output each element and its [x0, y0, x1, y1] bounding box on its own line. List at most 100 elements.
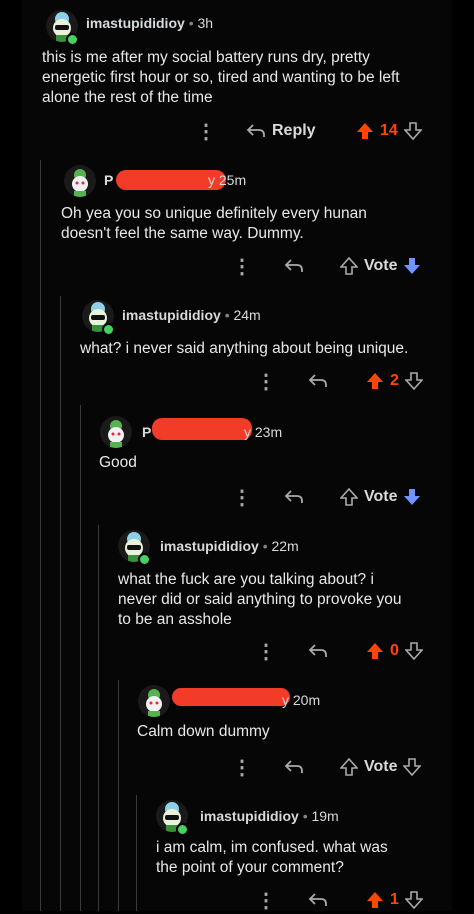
- upvote-arrow-icon[interactable]: [366, 642, 384, 660]
- downvote-arrow-icon[interactable]: [404, 642, 423, 660]
- comment-body: i am calm, im confused. what was the poi…: [156, 838, 446, 878]
- comment-actions: ⋮ Vote: [22, 483, 452, 511]
- username[interactable]: P: [142, 424, 151, 440]
- downvote-arrow-icon[interactable]: [403, 488, 421, 506]
- comment-meta: y 23m: [244, 424, 282, 440]
- comment-text-line: the point of your comment?: [156, 859, 344, 876]
- thread-line[interactable]: [98, 525, 99, 911]
- reply-button[interactable]: [284, 252, 304, 280]
- online-indicator: [66, 33, 79, 46]
- upvote-arrow-icon[interactable]: [340, 257, 358, 275]
- comment-age: 24m: [233, 307, 261, 323]
- vote-score: 0: [390, 642, 399, 659]
- avatar[interactable]: [138, 685, 170, 717]
- comment-meta: y 25m: [208, 172, 246, 188]
- reply-label: Reply: [272, 122, 316, 139]
- vote-controls: Vote: [340, 252, 421, 280]
- separator-dot: •: [262, 538, 268, 554]
- overflow-menu-icon[interactable]: ⋮: [232, 483, 252, 511]
- avatar[interactable]: [64, 165, 96, 197]
- comment-actions: ⋮ 2: [22, 367, 452, 395]
- comment-actions: ⋮ Reply 14: [22, 117, 452, 145]
- username-tail: y: [244, 424, 251, 440]
- upvote-arrow-icon[interactable]: [366, 891, 384, 909]
- comment-age: 19m: [311, 808, 339, 824]
- downvote-arrow-icon[interactable]: [403, 758, 422, 776]
- redaction-mark: [172, 688, 290, 706]
- comment-meta: imastupididioy • 24m: [122, 307, 261, 323]
- reply-button[interactable]: [308, 637, 328, 665]
- username[interactable]: imastupididioy: [86, 15, 185, 31]
- comment-actions: ⋮ Vote: [22, 753, 452, 781]
- username-tail: y: [208, 172, 215, 188]
- username[interactable]: imastupididioy: [122, 307, 221, 323]
- comment-actions: ⋮ 0: [22, 637, 452, 665]
- overflow-menu-icon[interactable]: ⋮: [232, 252, 252, 280]
- reply-arrow-icon: [308, 644, 327, 657]
- upvote-arrow-icon[interactable]: [340, 488, 358, 506]
- reply-button[interactable]: [308, 886, 328, 914]
- comment-actions: ⋮ 1: [22, 886, 452, 914]
- comment-meta: imastupididioy • 19m: [200, 808, 339, 824]
- vote-controls: 0: [366, 637, 423, 665]
- comment-text-line: doesn't feel the same way. Dummy.: [61, 225, 304, 242]
- comment-age: 25m: [218, 172, 247, 188]
- reply-button[interactable]: [284, 753, 304, 781]
- reply-arrow-icon: [284, 490, 303, 503]
- vote-label: Vote: [364, 758, 398, 775]
- vote-score: 14: [380, 122, 398, 139]
- redaction-mark: [152, 418, 252, 440]
- downvote-arrow-icon[interactable]: [404, 372, 423, 390]
- vote-score: 1: [390, 891, 399, 908]
- overflow-menu-icon[interactable]: ⋮: [196, 117, 216, 145]
- username[interactable]: imastupididioy: [200, 808, 299, 824]
- reply-button[interactable]: Reply: [246, 117, 316, 145]
- separator-dot: •: [188, 15, 194, 31]
- username[interactable]: P: [104, 172, 113, 188]
- comment-body: Good: [99, 453, 439, 473]
- downvote-arrow-icon[interactable]: [403, 122, 422, 140]
- comment-text-line: i am calm, im confused. what was: [156, 839, 388, 856]
- comment-text-line: what? i never said anything about being …: [80, 340, 409, 357]
- upvote-arrow-icon[interactable]: [340, 758, 358, 776]
- downvote-arrow-icon[interactable]: [403, 257, 421, 275]
- overflow-menu-icon[interactable]: ⋮: [256, 367, 276, 395]
- comment-meta: y 20m: [282, 692, 320, 708]
- vote-controls: Vote: [340, 753, 422, 781]
- avatar[interactable]: [100, 416, 132, 448]
- comment-text-line: this is me after my social battery runs …: [42, 49, 370, 66]
- comment-text-line: alone the rest of the time: [42, 89, 213, 106]
- comment-text-line: Oh yea you so unique definitely every hu…: [61, 205, 367, 222]
- comment-actions: ⋮ Vote: [22, 252, 452, 280]
- reply-button[interactable]: [284, 483, 304, 511]
- online-indicator: [176, 823, 189, 836]
- vote-score: 2: [390, 372, 399, 389]
- overflow-menu-icon[interactable]: ⋮: [232, 753, 252, 781]
- username[interactable]: imastupididioy: [160, 538, 259, 554]
- thread-line[interactable]: [118, 680, 119, 911]
- downvote-arrow-icon[interactable]: [404, 891, 423, 909]
- vote-label: Vote: [364, 488, 398, 505]
- upvote-arrow-icon[interactable]: [356, 122, 374, 140]
- comment-meta: imastupididioy • 3h: [86, 15, 213, 31]
- comment-text-line: never did or said anything to provoke yo…: [118, 591, 402, 608]
- comment-age: 3h: [197, 15, 214, 31]
- reply-arrow-icon: [284, 259, 303, 272]
- separator-dot: •: [302, 808, 308, 824]
- online-indicator: [138, 553, 151, 566]
- overflow-menu-icon[interactable]: ⋮: [256, 637, 276, 665]
- reply-arrow-icon: [246, 124, 265, 137]
- comment-text-line: Good: [99, 454, 137, 471]
- overflow-menu-icon[interactable]: ⋮: [256, 886, 276, 914]
- comment-text-line: energetic first hour or so, tired and wa…: [42, 69, 400, 86]
- comment-meta: P: [142, 424, 151, 440]
- upvote-arrow-icon[interactable]: [366, 372, 384, 390]
- comment-body: this is me after my social battery runs …: [42, 48, 452, 108]
- reply-button[interactable]: [308, 367, 328, 395]
- reply-arrow-icon: [308, 893, 327, 906]
- vote-label: Vote: [364, 257, 398, 274]
- snoo-avatar-icon: [100, 416, 132, 448]
- comment-age: 22m: [271, 538, 299, 554]
- username-tail: y: [282, 692, 289, 708]
- comment-meta: imastupididioy • 22m: [160, 538, 299, 554]
